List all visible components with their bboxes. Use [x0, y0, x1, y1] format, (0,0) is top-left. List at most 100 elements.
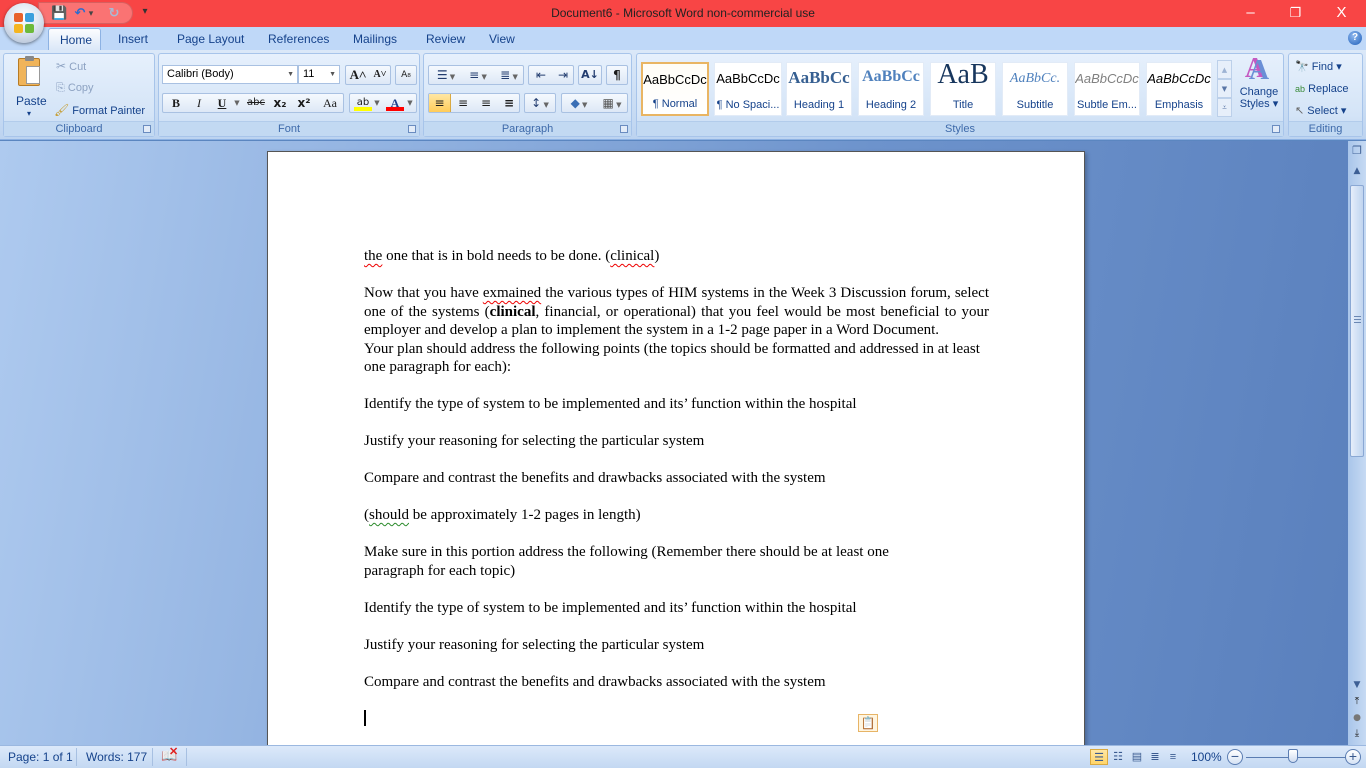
paragraph: Identify the type of system to be implem… [364, 599, 857, 616]
styles-dialog-launcher[interactable] [1272, 125, 1280, 133]
borders-button[interactable]: ▦ ▼ [596, 94, 628, 112]
change-case-button[interactable]: Aa [317, 94, 343, 112]
change-styles-button[interactable]: A Change Styles ▾ [1237, 56, 1281, 120]
style-no-spacing[interactable]: AaBbCcDc ¶ No Spaci... [714, 62, 782, 116]
style-emphasis[interactable]: AaBbCcDc Emphasis [1146, 62, 1212, 116]
document-page[interactable]: the one that is in bold needs to be done… [267, 151, 1085, 745]
tab-home[interactable]: Home [48, 28, 101, 50]
word-count[interactable]: Words: 177 [86, 750, 147, 764]
superscript-button[interactable]: x² [293, 94, 315, 112]
bullets-button[interactable]: ☰ ▼ [431, 66, 461, 84]
clear-formatting-button[interactable]: A₈ [395, 65, 417, 85]
style-title[interactable]: AaB Title [930, 62, 996, 116]
tab-insert[interactable]: Insert [106, 28, 160, 50]
web-layout-view-button[interactable]: ▤ [1128, 749, 1146, 765]
underline-button[interactable]: U [211, 94, 233, 112]
draft-view-button[interactable]: ≡ [1164, 749, 1182, 765]
cut-button[interactable]: ✂ Cut [56, 58, 86, 75]
center-button[interactable]: ≡ [452, 94, 474, 112]
zoom-slider-thumb[interactable] [1288, 749, 1298, 763]
numbering-button[interactable]: ≡ ▼ [463, 66, 493, 84]
highlight-button[interactable]: ab [353, 94, 373, 112]
font-color-dropdown-icon[interactable]: ▼ [405, 94, 415, 112]
scrollbar-thumb[interactable] [1350, 185, 1364, 457]
next-page-icon[interactable]: ⤓ [1349, 726, 1365, 742]
document-body[interactable]: the one that is in bold needs to be done… [364, 247, 989, 728]
paste-dropdown-icon[interactable]: ▾ [27, 106, 31, 122]
tab-view[interactable]: View [477, 28, 527, 50]
justify-button[interactable]: ≡ [498, 94, 520, 112]
strikethrough-button[interactable]: abc [245, 94, 267, 112]
numbering-icon: ≡ [469, 68, 480, 82]
tab-page-layout[interactable]: Page Layout [165, 28, 256, 50]
tab-review[interactable]: Review [414, 28, 477, 50]
select-browse-object-icon[interactable]: ● [1349, 710, 1365, 726]
styles-scroll-down-icon[interactable]: ▼ [1217, 79, 1232, 98]
zoom-level[interactable]: 100% [1191, 750, 1222, 764]
multilevel-list-button[interactable]: ≣ ▼ [494, 66, 524, 84]
color-box: ab ▼ A ▼ [349, 93, 417, 113]
bold-button[interactable]: B [165, 94, 187, 112]
replace-button[interactable]: ab Replace [1295, 81, 1348, 97]
line-spacing-button[interactable]: ↕ ▼ [524, 93, 556, 113]
help-icon[interactable]: ? [1348, 31, 1362, 45]
styles-more-icon[interactable]: ⩡ [1217, 98, 1232, 117]
font-color-button[interactable]: A [385, 94, 405, 112]
style-subtle-emphasis[interactable]: AaBbCcDc Subtle Em... [1074, 62, 1140, 116]
copy-button[interactable]: ⎘ Copy [56, 80, 94, 96]
restore-button[interactable]: ❐ [1273, 0, 1318, 27]
paragraph: Now that you have exmained the various t… [364, 285, 989, 338]
increase-indent-button[interactable]: ⇥ [552, 66, 574, 84]
highlight-color-bar [354, 107, 372, 111]
print-layout-view-button[interactable]: ☰ [1090, 749, 1108, 765]
full-screen-reading-view-button[interactable]: ☷ [1109, 749, 1127, 765]
tab-mailings[interactable]: Mailings [341, 28, 409, 50]
clipboard-dialog-launcher[interactable] [143, 125, 151, 133]
proofing-errors-icon[interactable]: 📖 ✕ [161, 746, 178, 764]
paste-button[interactable]: Paste ▾ [8, 56, 50, 118]
subscript-button[interactable]: x₂ [269, 94, 291, 112]
minimize-button[interactable]: – [1228, 0, 1273, 27]
font-size-value: 11 [303, 68, 315, 80]
font-size-combo[interactable]: 11 ▼ [298, 65, 340, 84]
previous-page-icon[interactable]: ⤒ [1349, 694, 1365, 710]
vertical-scrollbar[interactable]: ❐ ▲ ▼ ⤒ ● ⤓ [1348, 141, 1366, 745]
font-dialog-launcher[interactable] [408, 125, 416, 133]
decrease-indent-button[interactable]: ⇤ [530, 66, 552, 84]
format-painter-button[interactable]: 🖌 Format Painter [54, 102, 145, 119]
scroll-down-icon[interactable]: ▼ [1349, 677, 1365, 693]
outline-view-button[interactable]: ≣ [1146, 749, 1164, 765]
bullets-icon: ☰ [436, 68, 448, 82]
shrink-font-button[interactable]: A˅ [369, 66, 391, 84]
styles-scroll-up-icon[interactable]: ▲ [1217, 60, 1232, 79]
tab-references[interactable]: References [256, 28, 341, 50]
style-heading-2[interactable]: AaBbCc Heading 2 [858, 62, 924, 116]
page-count[interactable]: Page: 1 of 1 [8, 750, 73, 764]
close-button[interactable]: X [1319, 0, 1364, 27]
view-ruler-icon[interactable]: ❐ [1349, 143, 1365, 159]
font-name-combo[interactable]: Calibri (Body) ▼ [162, 65, 298, 84]
style-heading-1[interactable]: AaBbCc Heading 1 [786, 62, 852, 116]
zoom-out-button[interactable]: − [1227, 749, 1243, 765]
clipboard-group: Paste ▾ ✂ Cut ⎘ Copy 🖌 Format Painter Cl… [3, 53, 155, 137]
select-button[interactable]: ↖ Select ▾ [1295, 103, 1346, 119]
paragraph: (should be approximately 1-2 pages in le… [364, 507, 641, 523]
style-normal[interactable]: AaBbCcDc ¶ Normal [641, 62, 709, 116]
italic-button[interactable]: I [188, 94, 210, 112]
grow-font-button[interactable]: A˄ [347, 66, 369, 84]
align-left-button[interactable]: ≡ [429, 94, 451, 112]
find-button[interactable]: 🔭 Find ▾ [1295, 59, 1342, 75]
office-button[interactable] [4, 3, 44, 43]
paste-options-icon[interactable]: 📋 [858, 714, 878, 732]
scroll-up-icon[interactable]: ▲ [1349, 163, 1365, 179]
eraser-icon: A₈ [401, 70, 411, 80]
show-marks-button[interactable]: ¶ [606, 65, 628, 85]
shading-button[interactable]: ◆ ▼ [563, 94, 595, 112]
align-right-button[interactable]: ≡ [475, 94, 497, 112]
paragraph-dialog-launcher[interactable] [620, 125, 628, 133]
highlight-dropdown-icon[interactable]: ▼ [372, 94, 382, 112]
underline-dropdown-icon[interactable]: ▼ [232, 94, 242, 112]
sort-button[interactable]: A↓ [578, 65, 602, 85]
style-subtitle[interactable]: AaBbCc. Subtitle [1002, 62, 1068, 116]
zoom-in-button[interactable]: + [1345, 749, 1361, 765]
